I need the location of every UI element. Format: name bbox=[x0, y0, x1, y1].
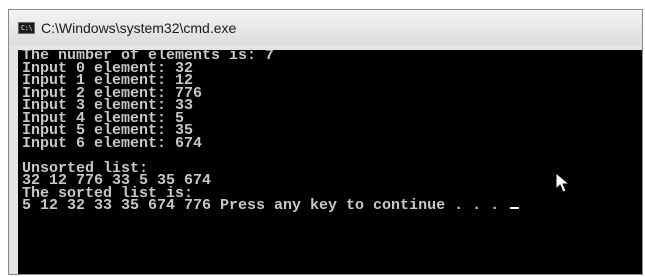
console-last-line: 5 12 32 33 35 674 776 Press any key to c… bbox=[22, 197, 642, 214]
mouse-pointer-icon bbox=[555, 172, 571, 193]
cmd-icon[interactable]: C:\ bbox=[18, 21, 35, 34]
console-line: Input 6 element: 674 bbox=[22, 134, 203, 152]
window-title: C:\Windows\system32\cmd.exe bbox=[41, 19, 237, 36]
text-cursor bbox=[510, 207, 520, 209]
title-bar[interactable]: C:\ C:\Windows\system32\cmd.exe bbox=[9, 10, 642, 45]
console-line: 5 12 32 33 35 674 776 Press any key to c… bbox=[22, 197, 509, 214]
cmd-window: C:\ C:\Windows\system32\cmd.exe The numb… bbox=[8, 9, 643, 275]
console-area[interactable]: The number of elements is: 7 Input 0 elem… bbox=[18, 50, 642, 274]
console-output: The number of elements is: 7 Input 0 elem… bbox=[18, 50, 642, 213]
